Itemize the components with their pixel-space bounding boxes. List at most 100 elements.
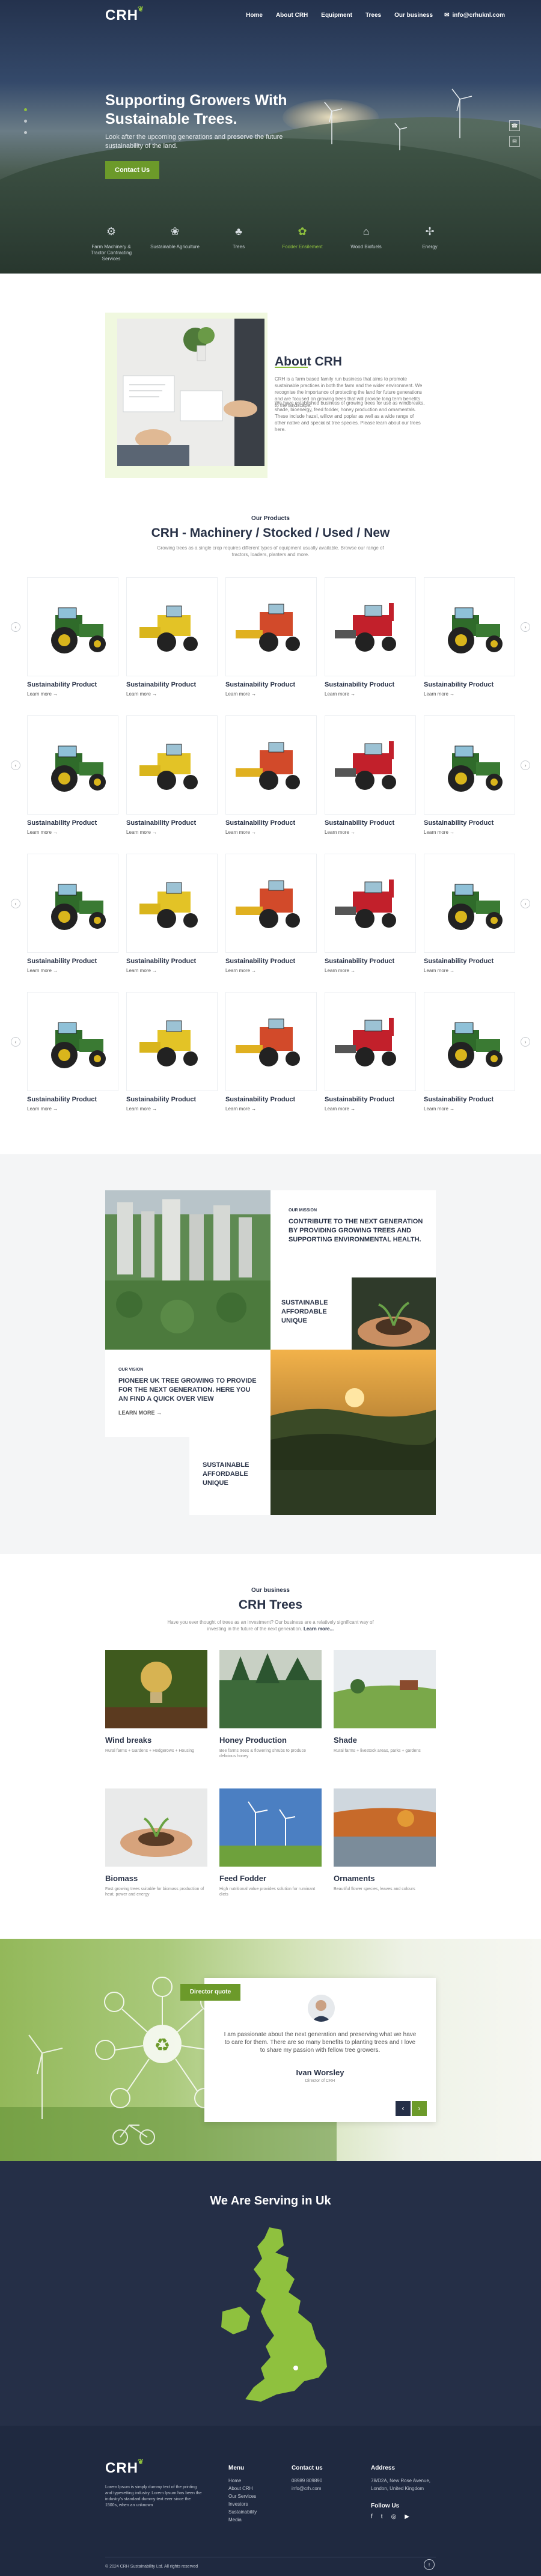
product-card[interactable]: Sustainability Product Learn more →: [126, 854, 218, 973]
nav-link-about[interactable]: About CRH: [276, 12, 308, 19]
feature-energy[interactable]: ✢ Energy: [403, 226, 457, 265]
tree-card-biomass[interactable]: Biomass Fast growing trees suitable for …: [105, 1788, 207, 1897]
quote-next-button[interactable]: ›: [412, 2101, 427, 2116]
tree-card-shade[interactable]: Shade Rural farms + livestock areas, par…: [334, 1650, 436, 1754]
product-card[interactable]: Sustainability Product Learn more →: [126, 577, 218, 697]
product-card[interactable]: Sustainability Product Learn more →: [325, 577, 416, 697]
product-learn-more-link[interactable]: Learn more →: [126, 1106, 218, 1112]
product-learn-more-link[interactable]: Learn more →: [325, 830, 416, 835]
product-learn-more-link[interactable]: Learn more →: [225, 968, 317, 973]
trees-desc-text: Have you ever thought of trees as an inv…: [167, 1620, 374, 1632]
product-card[interactable]: Sustainability Product Learn more →: [424, 577, 515, 697]
instagram-icon[interactable]: ◎: [391, 2513, 397, 2520]
product-card[interactable]: Sustainability Product Learn more →: [325, 715, 416, 835]
chat-icon[interactable]: ✉: [509, 136, 520, 147]
footer-menu-home[interactable]: Home: [228, 2477, 241, 2485]
product-learn-more-link[interactable]: Learn more →: [27, 830, 118, 835]
tree-card-honey[interactable]: Honey Production Bee farms trees & flowe…: [219, 1650, 322, 1759]
product-learn-more-link[interactable]: Learn more →: [126, 691, 218, 697]
product-learn-more-link[interactable]: Learn more →: [325, 691, 416, 697]
product-card[interactable]: Sustainability Product Learn more →: [325, 854, 416, 973]
product-learn-more-link[interactable]: Learn more →: [424, 968, 515, 973]
product-card[interactable]: Sustainability Product Learn more →: [424, 992, 515, 1112]
carousel-prev-button[interactable]: ‹: [11, 899, 20, 908]
site-logo[interactable]: CRH ❦: [105, 5, 144, 24]
footer-menu-media[interactable]: Media: [228, 2516, 242, 2524]
feature-trees[interactable]: ♣ Trees: [212, 226, 266, 265]
product-learn-more-link[interactable]: Learn more →: [424, 1106, 515, 1112]
nav-email[interactable]: ✉ info@crhuknl.com: [444, 12, 505, 19]
nav-link-equipment[interactable]: Equipment: [321, 12, 352, 19]
product-learn-more-link[interactable]: Learn more →: [424, 830, 515, 835]
product-learn-more-link[interactable]: Learn more →: [27, 968, 118, 973]
product-card[interactable]: Sustainability Product Learn more →: [126, 715, 218, 835]
back-to-top-button[interactable]: ↑: [424, 2559, 435, 2570]
footer-menu-services[interactable]: Our Services: [228, 2492, 256, 2500]
quote-prev-button[interactable]: ‹: [396, 2101, 411, 2116]
product-learn-more-link[interactable]: Learn more →: [424, 691, 515, 697]
learn-more-link[interactable]: LEARN MORE →: [118, 1410, 162, 1416]
product-card[interactable]: Sustainability Product Learn more →: [325, 992, 416, 1112]
nav-link-trees[interactable]: Trees: [365, 12, 381, 19]
feature-machinery[interactable]: ⚙ Farm Machinery & Tractor Contracting S…: [84, 226, 138, 265]
carousel-next-button[interactable]: ›: [521, 1037, 530, 1047]
carousel-prev-button[interactable]: ‹: [11, 760, 20, 770]
nav-link-home[interactable]: Home: [246, 12, 263, 19]
carousel-next-button[interactable]: ›: [521, 622, 530, 632]
product-learn-more-link[interactable]: Learn more →: [225, 1106, 317, 1112]
youtube-icon[interactable]: ▶: [405, 2513, 409, 2520]
footer-menu-about[interactable]: About CRH: [228, 2485, 252, 2492]
facebook-icon[interactable]: f: [371, 2513, 373, 2520]
product-learn-more-link[interactable]: Learn more →: [27, 1106, 118, 1112]
hands-soil-illustration: [105, 1788, 207, 1867]
tree-card-feed-fodder[interactable]: Feed Fodder High nutritional value provi…: [219, 1788, 322, 1897]
tree-card-wind-breaks[interactable]: Wind breaks Rural farms + Gardens + Hedg…: [105, 1650, 207, 1754]
footer-menu-investors[interactable]: Investors: [228, 2500, 248, 2508]
product-image-frame: [325, 854, 416, 953]
feature-agriculture[interactable]: ❀ Sustainable Agriculture: [148, 226, 202, 265]
product-card[interactable]: Sustainability Product Learn more →: [225, 577, 317, 697]
product-learn-more-link[interactable]: Learn more →: [325, 1106, 416, 1112]
slider-dot-3[interactable]: [24, 131, 27, 134]
product-learn-more-link[interactable]: Learn more →: [126, 830, 218, 835]
feature-fodder[interactable]: ✿ Fodder Ensilement: [275, 226, 329, 265]
product-card[interactable]: Sustainability Product Learn more →: [424, 715, 515, 835]
product-card[interactable]: Sustainability Product Learn more →: [27, 854, 118, 973]
product-card[interactable]: Sustainability Product Learn more →: [225, 715, 317, 835]
chevron-right-icon: ›: [418, 2104, 421, 2113]
arrow-right-icon: →: [150, 1106, 157, 1112]
slider-dot-1[interactable]: [24, 108, 27, 111]
product-learn-more-link[interactable]: Learn more →: [27, 691, 118, 697]
feature-biofuels[interactable]: ⌂ Wood Biofuels: [339, 226, 393, 265]
twitter-icon[interactable]: t: [381, 2513, 383, 2520]
product-card[interactable]: Sustainability Product Learn more →: [225, 854, 317, 973]
arrow-right-icon: →: [448, 968, 455, 973]
product-learn-more-link[interactable]: Learn more →: [325, 968, 416, 973]
carousel-next-button[interactable]: ›: [521, 899, 530, 908]
product-learn-more-link[interactable]: Learn more →: [225, 830, 317, 835]
footer-menu-sustainability[interactable]: Sustainability: [228, 2508, 257, 2516]
footer-email[interactable]: info@crh.com: [292, 2485, 321, 2492]
products-description: Growing trees as a single crop requires …: [157, 545, 384, 557]
trees-learn-more-link[interactable]: Learn more...: [304, 1626, 334, 1632]
contact-us-button[interactable]: Contact Us: [105, 161, 160, 179]
phone-icon[interactable]: ☎: [509, 120, 520, 131]
product-card[interactable]: Sustainability Product Learn more →: [126, 992, 218, 1112]
product-learn-more-link[interactable]: Learn more →: [126, 968, 218, 973]
footer-phone[interactable]: 08989 809890: [292, 2477, 322, 2485]
tree-card-ornaments[interactable]: Ornaments Beautiful flower species, leav…: [334, 1788, 436, 1892]
feature-label: Trees: [232, 244, 245, 249]
slider-dot-2[interactable]: [24, 120, 27, 123]
footer-logo[interactable]: CRH ❦: [105, 2458, 144, 2477]
carousel-prev-button[interactable]: ‹: [11, 622, 20, 632]
product-card[interactable]: Sustainability Product Learn more →: [27, 715, 118, 835]
arrow-right-icon: →: [448, 691, 455, 697]
product-card[interactable]: Sustainability Product Learn more →: [27, 577, 118, 697]
product-card[interactable]: Sustainability Product Learn more →: [27, 992, 118, 1112]
product-card[interactable]: Sustainability Product Learn more →: [424, 854, 515, 973]
product-learn-more-link[interactable]: Learn more →: [225, 691, 317, 697]
nav-link-business[interactable]: Our business: [394, 12, 433, 19]
carousel-next-button[interactable]: ›: [521, 760, 530, 770]
product-card[interactable]: Sustainability Product Learn more →: [225, 992, 317, 1112]
carousel-prev-button[interactable]: ‹: [11, 1037, 20, 1047]
